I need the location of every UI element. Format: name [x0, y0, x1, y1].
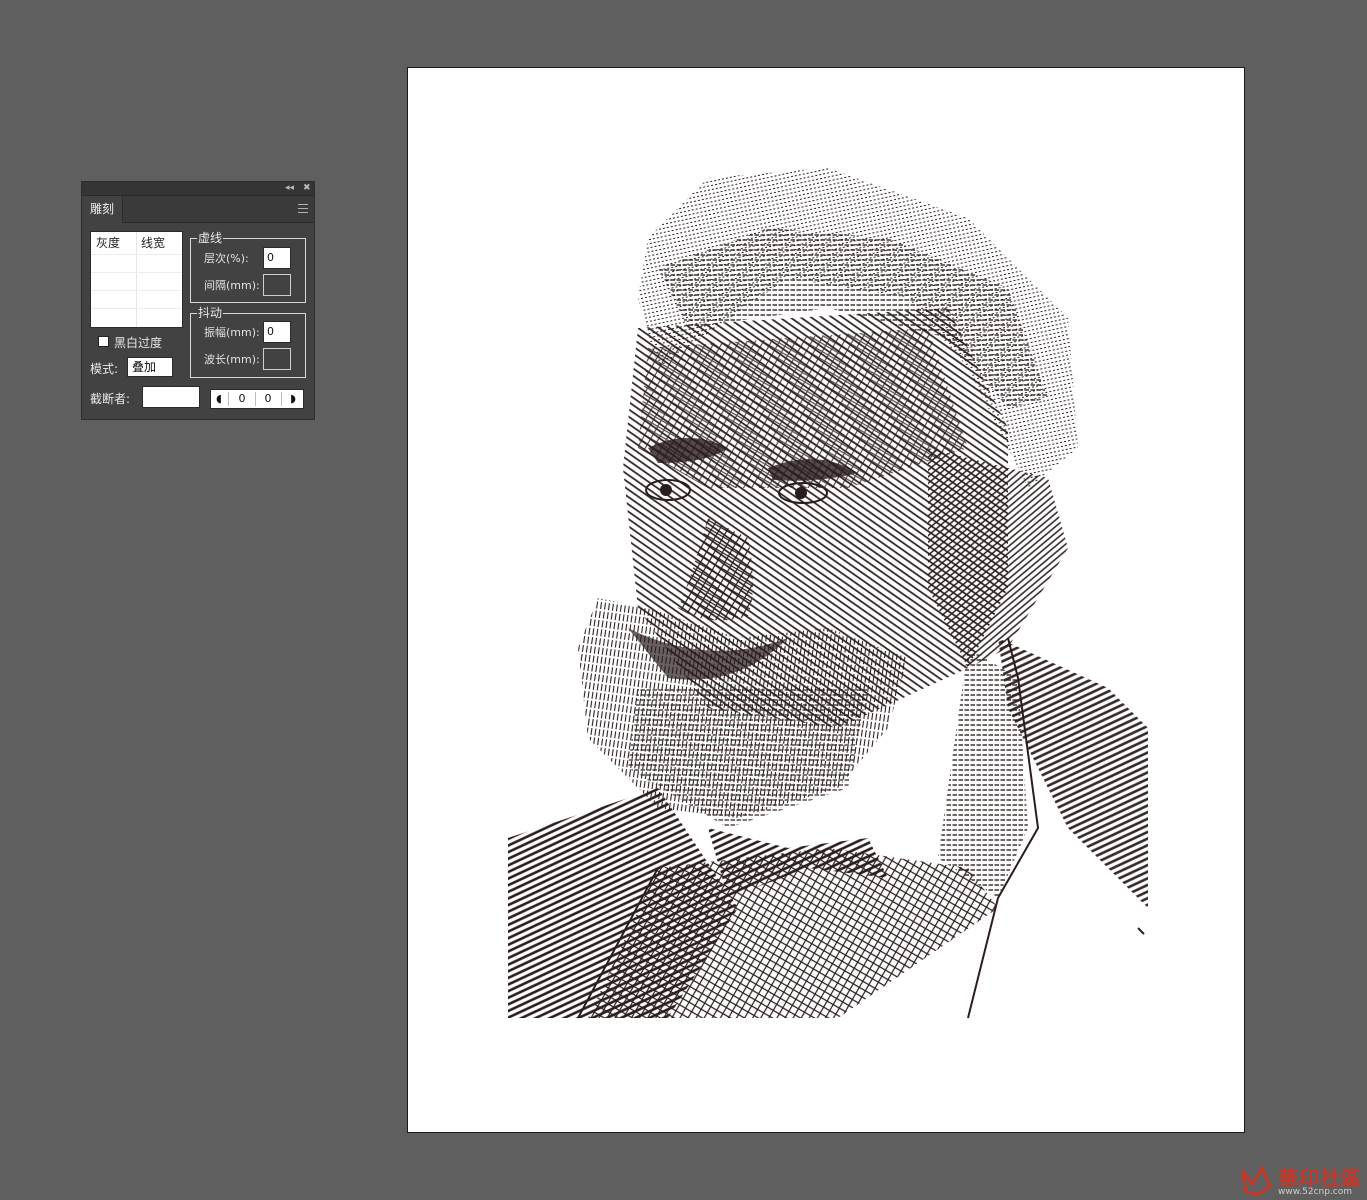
jitter-amplitude-label: 振幅(mm): [204, 326, 260, 339]
dash-gap-input[interactable] [263, 274, 291, 296]
jitter-wavelength-label: 波长(mm): [204, 353, 260, 366]
engraved-portrait-image [508, 168, 1148, 1019]
engrave-panel: ◂◂ ✖ 雕刻 灰度 线宽 虚线 层次(%): 0 间隔(mm): 抖动 振幅(… [81, 181, 315, 420]
jitter-wavelength-input[interactable] [263, 348, 291, 370]
close-icon[interactable]: ✖ [303, 182, 311, 195]
jitter-group: 抖动 振幅(mm): 0 波长(mm): [190, 306, 306, 378]
offset-value-2[interactable]: 0 [257, 390, 279, 408]
tab-engrave[interactable]: 雕刻 [82, 196, 123, 223]
dash-gap-label: 间隔(mm): [204, 279, 260, 292]
mode-label: 模式: [90, 362, 119, 376]
watermark: 華印社區 www.52cnp.com [1238, 1162, 1366, 1200]
panel-menu-icon[interactable] [298, 204, 308, 213]
offset-value-1[interactable]: 0 [231, 390, 253, 408]
cutter-input[interactable] [142, 386, 200, 408]
artboard[interactable] [407, 67, 1245, 1133]
panel-titlebar[interactable]: ◂◂ ✖ [82, 182, 314, 196]
huayin-logo-icon [1240, 1164, 1272, 1196]
bw-transition-checkbox[interactable] [98, 336, 109, 347]
cutter-label: 截断者: [90, 392, 131, 406]
gray-width-table[interactable]: 灰度 线宽 [90, 231, 183, 328]
watermark-url: www.52cnp.com [1278, 1187, 1353, 1197]
dash-level-input[interactable]: 0 [263, 247, 291, 269]
bw-transition-label: 黑白过度 [114, 336, 163, 350]
offset-stepper[interactable]: ◖ 0 0 ◗ [210, 389, 304, 409]
mode-select[interactable]: 叠加 [127, 357, 173, 377]
dash-group: 虚线 层次(%): 0 间隔(mm): [190, 231, 306, 303]
step-right-icon[interactable]: ◗ [285, 390, 301, 408]
jitter-group-title: 抖动 [197, 306, 224, 320]
column-header-gray: 灰度 [96, 236, 121, 250]
collapse-icon[interactable]: ◂◂ [285, 182, 294, 195]
dash-group-title: 虚线 [197, 231, 224, 245]
column-header-width: 线宽 [141, 236, 166, 250]
step-left-icon[interactable]: ◖ [212, 390, 226, 408]
jitter-amplitude-input[interactable]: 0 [263, 321, 291, 343]
dash-level-label: 层次(%): [204, 252, 249, 265]
panel-tab-row: 雕刻 [82, 196, 314, 223]
